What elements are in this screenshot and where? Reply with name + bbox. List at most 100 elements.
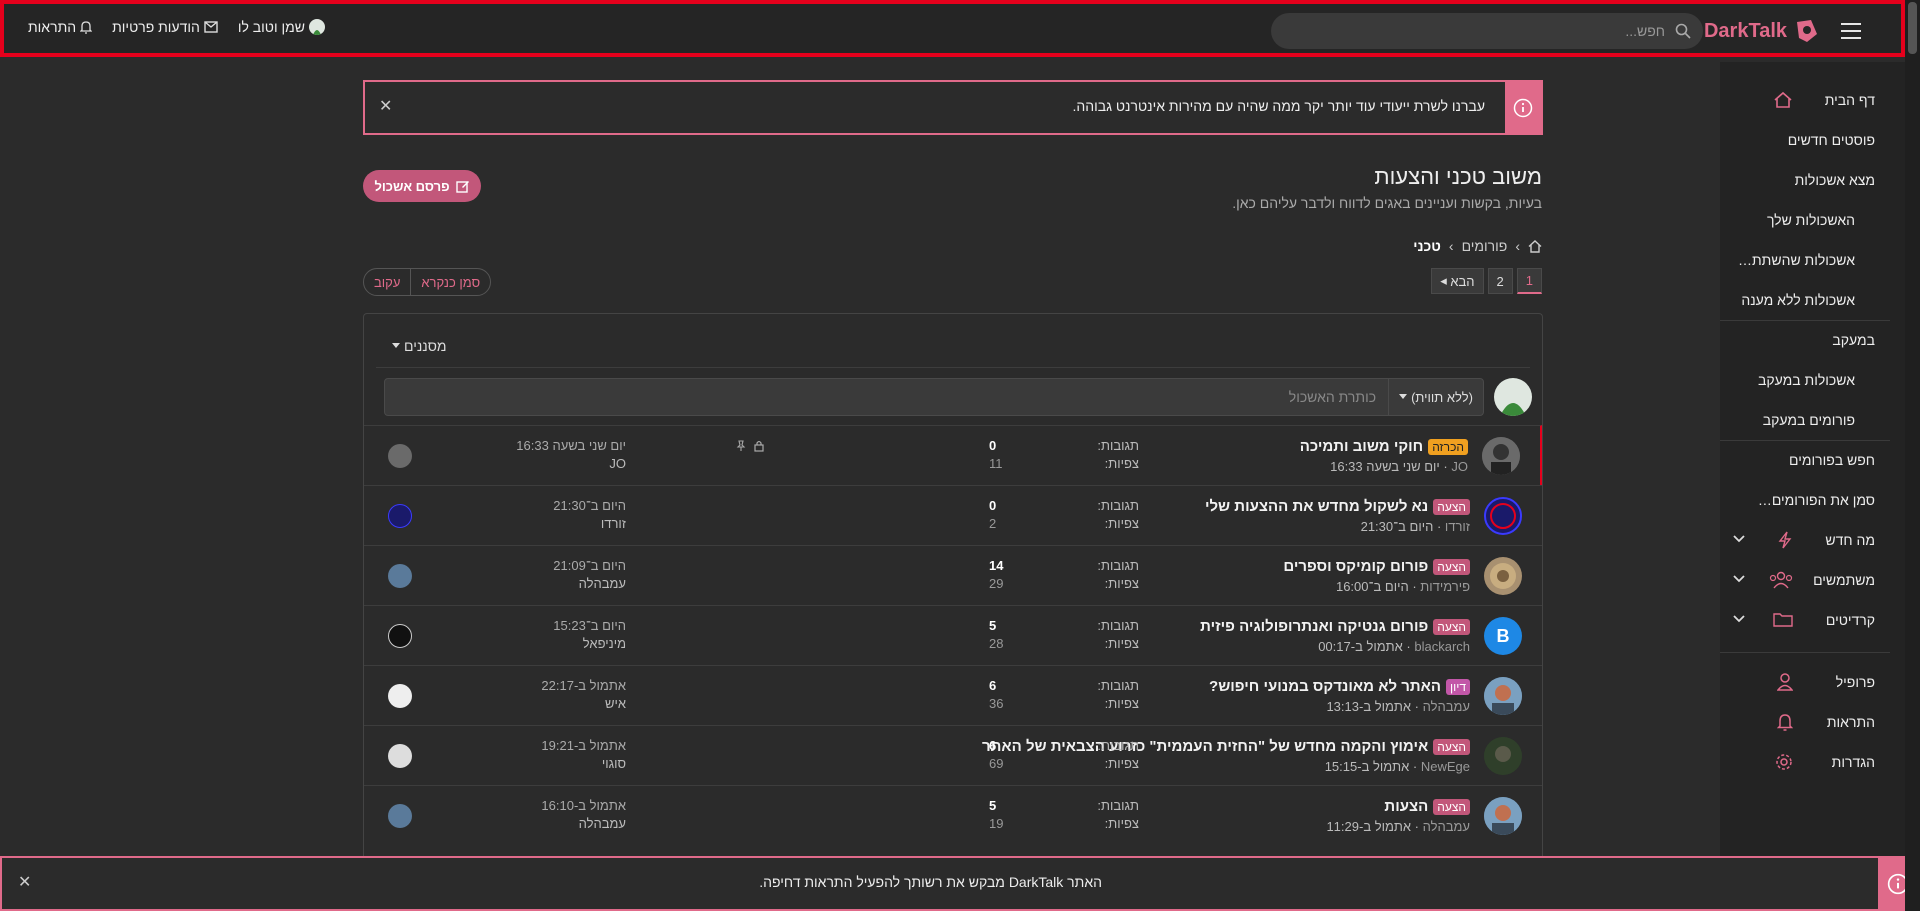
follow-button[interactable]: עקוב <box>364 269 412 295</box>
last-post-user[interactable]: סוגוי <box>426 756 626 771</box>
avatar[interactable] <box>388 444 412 468</box>
page-2-button[interactable]: 2 <box>1487 268 1513 294</box>
breadcrumb-forums[interactable]: פורומים <box>1462 238 1508 254</box>
sidebar-item-settings[interactable]: הגדרות <box>1720 742 1905 782</box>
last-post-date[interactable]: יום שני בשעה 16:33 <box>426 438 626 453</box>
thread-date[interactable]: אתמול ב-13:13 <box>1326 699 1411 714</box>
post-thread-button[interactable]: פרסם אשכול <box>363 170 481 202</box>
sidebar-item-profile[interactable]: פרופיל <box>1720 662 1905 702</box>
sidebar-item-unanswered-threads[interactable]: אשכולות ללא מענה <box>1720 280 1905 320</box>
private-messages-link[interactable]: הודעות פרטיות <box>112 19 218 35</box>
last-post-date[interactable]: היום ב־15:23 <box>426 618 626 633</box>
last-post-date[interactable]: היום ב־21:30 <box>426 498 626 513</box>
last-post-user[interactable]: עמבהלה <box>426 576 626 591</box>
avatar[interactable] <box>1484 557 1522 595</box>
table-row[interactable]: הצעה אימוץ והקמה מחדש של "החזית העממית" כ… <box>364 725 1542 785</box>
sidebar-item-watched[interactable]: במעקב <box>1720 320 1905 360</box>
thread-date[interactable]: היום ב־16:00 <box>1336 579 1409 594</box>
sidebar-item-whats-new[interactable]: מה חדש <box>1720 520 1905 560</box>
next-page-button[interactable]: הבא ◂ <box>1431 268 1484 294</box>
close-icon[interactable]: ✕ <box>379 96 392 116</box>
avatar[interactable] <box>388 684 412 708</box>
search-input[interactable] <box>1271 22 1667 40</box>
sidebar-item-mark-forums-read[interactable]: סמן את הפורומים כנקראו <box>1720 480 1905 520</box>
avatar[interactable]: B <box>1484 617 1522 655</box>
sidebar-item-watched-forums[interactable]: פורומים במעקב <box>1720 400 1905 440</box>
avatar[interactable] <box>1482 437 1520 475</box>
thread-author[interactable]: זורדו <box>1445 519 1470 534</box>
sidebar-item-home[interactable]: דף הבית <box>1720 80 1905 120</box>
breadcrumb-current[interactable]: טכני <box>1413 238 1441 254</box>
thread-date[interactable]: אתמול ב-15:15 <box>1325 759 1410 774</box>
close-icon[interactable]: ✕ <box>18 872 31 892</box>
search-icon[interactable] <box>1675 23 1691 39</box>
thread-title-input[interactable] <box>385 388 1389 406</box>
thread-date[interactable]: היום ב־21:30 <box>1361 519 1434 534</box>
chevron-down-icon[interactable] <box>1732 614 1746 624</box>
table-row[interactable]: דיון האתר לא מאונדקס במנועי חיפוש? עמבהלה… <box>364 665 1542 725</box>
avatar[interactable] <box>388 804 412 828</box>
table-row[interactable]: הצעה נא לשקול מחדש את ההצעות שלי זורדו · … <box>364 485 1542 545</box>
prefix-dropdown[interactable]: (ללא תווית) <box>1388 379 1483 415</box>
chevron-down-icon[interactable] <box>1732 574 1746 584</box>
thread-author[interactable]: פירמידות <box>1420 579 1470 594</box>
home-icon[interactable] <box>1528 239 1542 253</box>
last-post-user[interactable]: איש <box>426 696 626 711</box>
sidebar-item-your-threads[interactable]: האשכולות שלך <box>1720 200 1905 240</box>
last-post-user[interactable]: מיניפאל <box>426 636 626 651</box>
thread-author[interactable]: עמבהלה <box>1423 819 1470 834</box>
avatar[interactable] <box>1484 737 1522 775</box>
last-post-user[interactable]: JO <box>426 456 626 471</box>
last-post-date[interactable]: היום ב־21:09 <box>426 558 626 573</box>
menu-hamburger-icon[interactable] <box>1841 23 1861 39</box>
thread-title[interactable]: הצעה הצעות <box>1384 798 1470 815</box>
thread-author[interactable]: JO <box>1451 459 1468 474</box>
thread-author[interactable]: עמבהלה <box>1423 699 1470 714</box>
thread-author[interactable]: NewEge <box>1421 759 1470 774</box>
avatar[interactable] <box>388 564 412 588</box>
thread-date[interactable]: אתמול ב-11:29 <box>1326 819 1411 834</box>
thread-date[interactable]: יום שני בשעה 16:33 <box>1330 459 1440 474</box>
table-row[interactable]: הצעה הצעות עמבהלה · אתמול ב-11:29 תגובות:… <box>364 785 1542 845</box>
last-post-user[interactable]: זורדו <box>426 516 626 531</box>
thread-title[interactable]: דיון האתר לא מאונדקס במנועי חיפוש? <box>1209 678 1470 695</box>
table-row[interactable]: הכרזה חוקי משוב ותמיכה JO · יום שני בשעה … <box>364 425 1542 485</box>
avatar[interactable] <box>1484 797 1522 835</box>
last-post-date[interactable]: אתמול ב-19:21 <box>426 738 626 753</box>
sidebar-item-participated-threads[interactable]: אשכולות שהשתתפת בהם <box>1720 240 1905 280</box>
page-1-button[interactable]: 1 <box>1516 268 1542 294</box>
push-notice-text[interactable]: האתר DarkTalk מבקש את רשותך להפעיל התראו… <box>759 874 1102 890</box>
sidebar-item-credits[interactable]: קרדיטים <box>1720 600 1905 640</box>
table-row[interactable]: B הצעה פורום גנטיקה ואנתרופולוגיה פיזית b… <box>364 605 1542 665</box>
alerts-link[interactable]: התראות <box>28 19 93 35</box>
avatar[interactable] <box>1484 677 1522 715</box>
last-post-date[interactable]: אתמול ב-22:17 <box>426 678 626 693</box>
sidebar-item-new-posts[interactable]: פוסטים חדשים <box>1720 120 1905 160</box>
avatar[interactable] <box>388 624 412 648</box>
thread-date[interactable]: אתמול ב-00:17 <box>1318 639 1403 654</box>
thread-title[interactable]: הצעה פורום גנטיקה ואנתרופולוגיה פיזית <box>1200 618 1470 635</box>
user-account-link[interactable]: שמן וטוב לו <box>238 19 325 35</box>
thread-title[interactable]: הצעה פורום קומיקס וספרים <box>1283 558 1470 575</box>
sidebar-item-find-threads[interactable]: מצא אשכולות <box>1720 160 1905 200</box>
table-row[interactable]: הצעה פורום קומיקס וספרים פירמידות · היום … <box>364 545 1542 605</box>
avatar[interactable] <box>388 504 412 528</box>
sidebar-item-members[interactable]: משתמשים <box>1720 560 1905 600</box>
sidebar-item-search-forums[interactable]: חפש בפורומים <box>1720 440 1905 480</box>
chevron-down-icon[interactable] <box>1732 534 1746 544</box>
last-post-date[interactable]: אתמול ב-16:10 <box>426 798 626 813</box>
filters-dropdown[interactable]: מסננים <box>392 338 447 354</box>
thread-title[interactable]: הכרזה חוקי משוב ותמיכה <box>1300 438 1468 455</box>
thread-title[interactable]: הצעה נא לשקול מחדש את ההצעות שלי <box>1205 498 1470 515</box>
site-logo[interactable]: DarkTalk <box>1704 16 1819 46</box>
avatar[interactable] <box>388 744 412 768</box>
avatar[interactable] <box>1484 497 1522 535</box>
avatar <box>308 19 325 35</box>
thread-author[interactable]: blackarch <box>1414 639 1470 654</box>
sidebar-item-alerts[interactable]: התראות <box>1720 702 1905 742</box>
scrollbar-thumb[interactable] <box>1908 2 1917 54</box>
last-post-user[interactable]: עמבהלה <box>426 816 626 831</box>
sidebar-item-watched-threads[interactable]: אשכולות במעקב <box>1720 360 1905 400</box>
mark-read-button[interactable]: סמן כנקרא <box>411 269 490 295</box>
page-scrollbar[interactable] <box>1905 0 1920 911</box>
